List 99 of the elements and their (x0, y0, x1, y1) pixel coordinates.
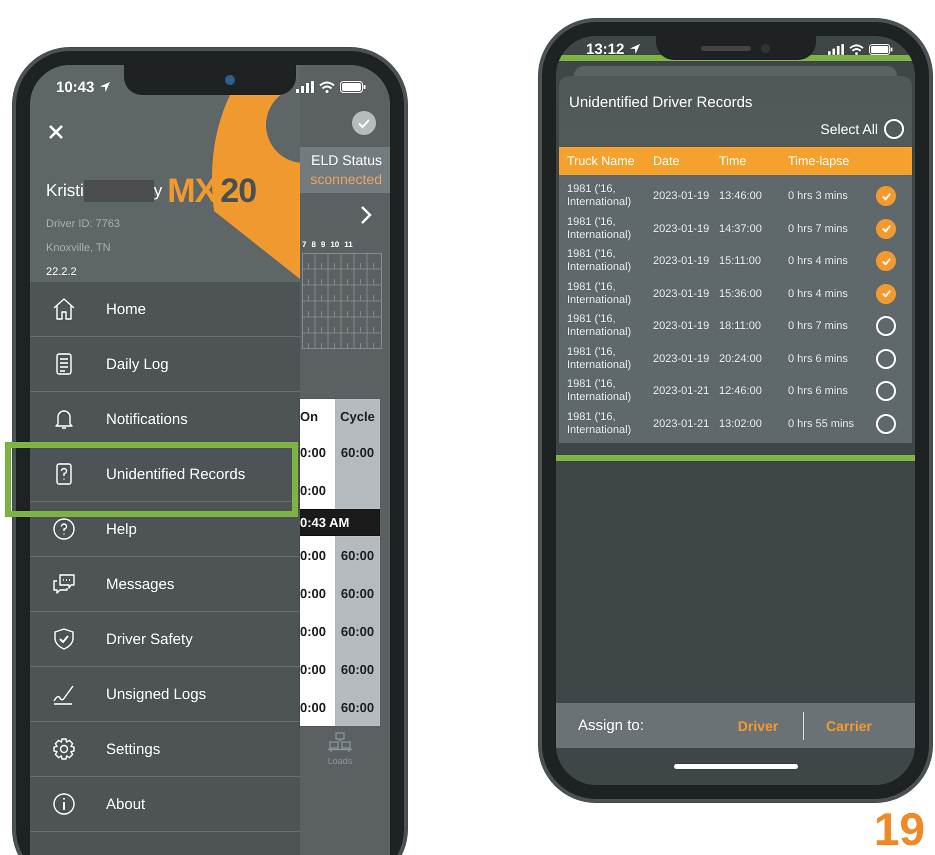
table-cell-text: 2023-01-19 (653, 288, 710, 300)
settings-icon (52, 737, 76, 761)
table-cell-text: 2023-01-21 (653, 385, 710, 398)
table-cell-text: 0 hrs 6 mins (788, 385, 849, 398)
signal-icon (828, 44, 844, 54)
column-header: Time-lapse (788, 154, 850, 168)
table-cell-text: 1981 ('16, International) (567, 378, 632, 404)
table-cell-text: 0:00 (300, 700, 328, 714)
table-cell-text: 20:24:00 (719, 352, 763, 365)
table-cell-text: 1981 ('16, International) (567, 313, 632, 340)
driver-name: y (154, 181, 162, 201)
table-cell-text: 0:00 (300, 586, 328, 600)
row-checkbox[interactable] (876, 284, 896, 304)
eld-status-value: sconnected (310, 170, 382, 189)
column-header: Date (653, 154, 680, 168)
driver-location: Knoxville, TN (46, 242, 112, 254)
column-header: Time (719, 154, 748, 168)
page-number: 19 (874, 803, 925, 855)
select-all-label: Select All (820, 121, 878, 137)
checkmark-icon (880, 288, 892, 300)
battery-icon (869, 44, 893, 54)
table-cell-text: 1981 ('16, International) (567, 346, 632, 372)
table-cell-text: 1981 ('16, International) (567, 216, 632, 242)
table-cell-text: 15:11:00 (719, 255, 762, 268)
table-cell-text: 0:00 (300, 444, 328, 460)
time-bar: 0:43 AM (300, 509, 380, 536)
location-arrow-icon (99, 81, 112, 93)
table-cell-text: 0:00 (300, 624, 328, 638)
table-cell-text: 2023-01-21 (653, 418, 710, 430)
network-boxes-icon (328, 732, 352, 754)
table-cell-text: 1981 ('16, International) (567, 280, 632, 307)
column-header: Cycle (335, 399, 380, 433)
table-cell-text: 0 hrs 4 mins (788, 255, 849, 268)
hour-label: 7 (302, 240, 306, 249)
driver-id: Driver ID: 7763 (46, 218, 121, 230)
table-cell-text: 0 hrs 3 mins (788, 190, 849, 202)
table-cell-text: 18:11:00 (719, 320, 762, 332)
row-checkbox[interactable] (876, 218, 896, 239)
table-cell: 60:00 (335, 612, 380, 650)
status-time: 10:43 (56, 78, 94, 96)
close-icon[interactable] (48, 124, 64, 140)
dialog-title: Unidentified Driver Records (568, 94, 754, 111)
assign-label: Assign to: (578, 717, 645, 734)
table-cell-text: 1981 ('16, International) (567, 183, 632, 210)
wifi-icon (319, 81, 335, 93)
table-cell-text: 13:02:00 (719, 418, 763, 430)
table-cell-text: 2023-01-19 (653, 352, 710, 365)
hour-label: 11 (344, 240, 353, 249)
table-cell-text: 2023-01-19 (653, 222, 710, 235)
table-cell (335, 471, 380, 509)
table-cell: 60:00 (335, 688, 380, 726)
chat-bubbles-icon (52, 572, 76, 596)
row-checkbox[interactable] (876, 186, 896, 206)
table-cell-text: 0:00 (300, 548, 328, 562)
wifi-icon (849, 44, 864, 54)
checkmark-icon (880, 223, 892, 234)
info-icon (52, 792, 76, 816)
eld-status-label: ELD Status (311, 151, 382, 170)
status-time: 13:12 (586, 40, 624, 58)
table-cell-text: 0 hrs 6 mins (788, 352, 849, 365)
checkmark-icon (880, 190, 892, 202)
table-cell-text: 1981 ('16, International) (567, 248, 632, 274)
hour-label: 8 (311, 240, 316, 249)
hour-label: 9 (320, 240, 326, 249)
table-cell-text: 0 hrs 55 mins (788, 418, 856, 430)
location-arrow-icon (629, 43, 642, 55)
shield-check-icon (52, 627, 76, 651)
table-cell: 60:00 (335, 650, 380, 688)
table-cell-text: 2023-01-19 (653, 190, 710, 202)
column-header: On (300, 408, 320, 424)
checkmark-icon (880, 256, 892, 267)
table-cell-text: 13:46:00 (719, 190, 763, 202)
table-cell-text: 2023-01-19 (653, 255, 710, 268)
table-cell-text: 12:46:00 (719, 385, 763, 398)
table-cell-text: 0 hrs 7 mins (788, 320, 849, 332)
table-cell-text: 14:37:00 (719, 222, 763, 235)
signal-icon (296, 81, 314, 93)
chevron-right-icon[interactable] (360, 205, 372, 225)
table-cell-text: 15:36:00 (719, 288, 763, 300)
table-cell: 60:00 (335, 574, 380, 612)
table-cell-text: 1981 ('16, International) (567, 410, 632, 437)
table-cell-text: 0:00 (300, 482, 328, 498)
table-cell: 60:00 (335, 536, 380, 574)
table-cell-text: 0 hrs 7 mins (788, 222, 849, 235)
home-icon (52, 297, 76, 321)
row-checkbox[interactable] (876, 251, 896, 272)
redaction-block (84, 180, 154, 202)
table-cell-text: 0:00 (300, 662, 328, 676)
driver-name: Kristi (46, 181, 84, 201)
hour-label: 10 (330, 240, 340, 249)
check-circle-icon[interactable] (352, 111, 376, 135)
help-icon (52, 517, 76, 541)
table-cell: 60:00 (335, 433, 380, 471)
table-cell-text: 0 hrs 4 mins (788, 288, 849, 300)
column-header: Truck Name (567, 154, 636, 168)
table-cell-text: 2023-01-19 (653, 320, 710, 332)
app-version: 22.2.2 (46, 266, 78, 278)
battery-icon (340, 81, 366, 93)
select-all-checkbox[interactable] (884, 119, 904, 139)
